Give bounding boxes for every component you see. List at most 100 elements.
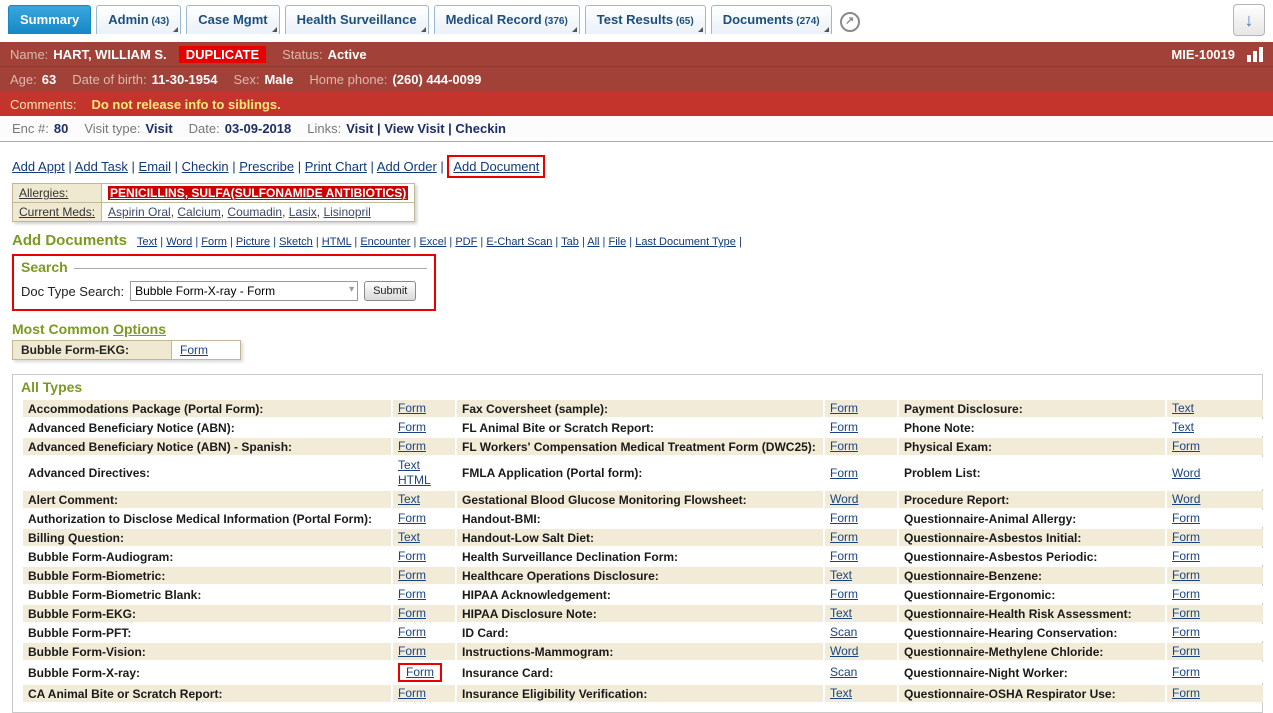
handout-low-salt-diet-form-link[interactable]: Form [830, 530, 858, 545]
bubble-form-ekg-form-link[interactable]: Form [398, 606, 426, 621]
bubble-form-audiogram-form-link[interactable]: Form [398, 549, 426, 564]
tab-medical-record[interactable]: Medical Record (376) [434, 5, 580, 34]
instructions-mammogram-word-link[interactable]: Word [830, 644, 858, 659]
phone-label: Home phone: [309, 72, 387, 87]
allergy-value-link[interactable]: PENICILLINS, SULFA(SULFONAMIDE ANTIBIOTI… [108, 186, 408, 200]
lasix-link[interactable]: Lasix [289, 205, 317, 219]
accommodations-package-portal-form-form-link[interactable]: Form [398, 401, 426, 416]
bubble-form-x-ray-form-link[interactable]: Form [398, 663, 442, 682]
tab-case-mgmt[interactable]: Case Mgmt [186, 5, 279, 34]
questionnaire-asbestos-initial-form-link[interactable]: Form [1172, 530, 1200, 545]
fax-coversheet-sample-form-link[interactable]: Form [830, 401, 858, 416]
questionnaire-osha-respirator-use-form-link[interactable]: Form [1172, 686, 1200, 701]
download-button[interactable]: ↓ [1233, 4, 1265, 36]
advanced-beneficiary-notice-abn-form-link[interactable]: Form [398, 420, 426, 435]
questionnaire-hearing-conservation-form-link[interactable]: Form [1172, 625, 1200, 640]
most-common-form-link[interactable]: Form [180, 343, 208, 357]
add-appt-link[interactable]: Add Appt [12, 159, 65, 174]
bubble-form-pft-form-link[interactable]: Form [398, 625, 426, 640]
pdf-link[interactable]: PDF [455, 236, 477, 248]
print-chart-link[interactable]: Print Chart [305, 159, 367, 174]
questionnaire-methylene-chloride-form-link[interactable]: Form [1172, 644, 1200, 659]
payment-disclosure-text-link[interactable]: Text [1172, 401, 1194, 416]
advanced-directives-text-link[interactable]: Text [398, 458, 420, 473]
coumadin-link[interactable]: Coumadin [227, 205, 282, 219]
healthcare-operations-disclosure-text-link[interactable]: Text [830, 568, 852, 583]
tab-health-surveillance[interactable]: Health Surveillance [285, 5, 429, 34]
tab-admin[interactable]: Admin (43) [96, 5, 181, 34]
handout-bmi-form-link[interactable]: Form [830, 511, 858, 526]
bar-chart-icon[interactable] [1247, 47, 1263, 62]
insurance-card-scan-link[interactable]: Scan [830, 665, 857, 680]
visit-link[interactable]: Visit [346, 121, 373, 136]
file-link[interactable]: File [608, 236, 626, 248]
alert-comment-text-link[interactable]: Text [398, 492, 420, 507]
submit-button[interactable]: Submit [364, 281, 416, 301]
hipaa-disclosure-note-text-link[interactable]: Text [830, 606, 852, 621]
questionnaire-night-worker-form-link[interactable]: Form [1172, 665, 1200, 680]
calcium-link[interactable]: Calcium [177, 205, 220, 219]
questionnaire-ergonomic-form-link[interactable]: Form [1172, 587, 1200, 602]
procedure-report-word-link[interactable]: Word [1172, 492, 1200, 507]
view-visit-link[interactable]: View Visit [384, 121, 444, 136]
fl-animal-bite-or-scratch-report-form-link[interactable]: Form [830, 420, 858, 435]
physical-exam-form-link[interactable]: Form [1172, 439, 1200, 454]
email-link[interactable]: Email [139, 159, 172, 174]
doc-type-search-input[interactable] [130, 281, 358, 301]
add-order-link[interactable]: Add Order [377, 159, 437, 174]
most-common-box: Bubble Form-EKG: Form [12, 340, 241, 360]
last-document-type-link[interactable]: Last Document Type [635, 236, 736, 248]
advanced-beneficiary-notice-abn-spanish-form-link[interactable]: Form [398, 439, 426, 454]
fl-workers-compensation-medical-treatment-form-dwc25-form-link[interactable]: Form [830, 439, 858, 454]
questionnaire-benzene-form-link[interactable]: Form [1172, 568, 1200, 583]
excel-link[interactable]: Excel [419, 236, 446, 248]
encounter-link[interactable]: Encounter [360, 236, 410, 248]
health-surveillance-declination-form-form-link[interactable]: Form [830, 549, 858, 564]
gestational-blood-glucose-monitoring-flowsheet-word-link[interactable]: Word [830, 492, 858, 507]
checkin-link[interactable]: Checkin [182, 159, 229, 174]
allergies-link[interactable]: Allergies: [19, 186, 68, 200]
sketch-link[interactable]: Sketch [279, 236, 313, 248]
prescribe-link[interactable]: Prescribe [239, 159, 294, 174]
bubble-form-biometric-blank-form-link[interactable]: Form [398, 587, 426, 602]
insurance-eligibility-verification-text-link[interactable]: Text [830, 686, 852, 701]
comments-bar: Comments: Do not release info to sibling… [0, 92, 1273, 116]
questionnaire-health-risk-assessment-form-link[interactable]: Form [1172, 606, 1200, 621]
current-meds-link[interactable]: Current Meds: [19, 205, 95, 219]
word-link[interactable]: Word [166, 236, 192, 248]
html-link[interactable]: HTML [322, 236, 352, 248]
tab-link[interactable]: Tab [561, 236, 579, 248]
duplicate-badge[interactable]: DUPLICATE [179, 46, 266, 63]
advanced-directives-html-link[interactable]: HTML [398, 473, 431, 488]
authorization-to-disclose-medical-information-portal-form-form-link[interactable]: Form [398, 511, 426, 526]
problem-list-word-link[interactable]: Word [1172, 466, 1200, 481]
options-link[interactable]: Options [113, 321, 166, 337]
tab-test-results[interactable]: Test Results (65) [585, 5, 706, 34]
tab-documents[interactable]: Documents (274) [711, 5, 832, 34]
text-link[interactable]: Text [137, 236, 157, 248]
aspirin-oral-link[interactable]: Aspirin Oral [108, 205, 171, 219]
phone-note-text-link[interactable]: Text [1172, 420, 1194, 435]
tab-summary[interactable]: Summary [8, 5, 91, 34]
hipaa-acknowledgement-form-link[interactable]: Form [830, 587, 858, 602]
doc-type-actions: Form [1167, 586, 1263, 603]
bubble-form-biometric-form-link[interactable]: Form [398, 568, 426, 583]
checkin-link[interactable]: Checkin [455, 121, 506, 136]
questionnaire-asbestos-periodic-form-link[interactable]: Form [1172, 549, 1200, 564]
form-link[interactable]: Form [201, 236, 227, 248]
picture-link[interactable]: Picture [236, 236, 270, 248]
add-task-link[interactable]: Add Task [75, 159, 128, 174]
ca-animal-bite-or-scratch-report-form-link[interactable]: Form [398, 686, 426, 701]
doc-type-actions: Form [393, 586, 455, 603]
id-card-scan-link[interactable]: Scan [830, 625, 857, 640]
add-document-link[interactable]: Add Document [447, 155, 545, 178]
bubble-form-vision-form-link[interactable]: Form [398, 644, 426, 659]
lisinopril-link[interactable]: Lisinopril [323, 205, 370, 219]
fmla-application-portal-form-form-link[interactable]: Form [830, 466, 858, 481]
questionnaire-animal-allergy-form-link[interactable]: Form [1172, 511, 1200, 526]
e-chart-scan-link[interactable]: E-Chart Scan [486, 236, 552, 248]
doc-type-label: Accommodations Package (Portal Form): [23, 400, 391, 417]
billing-question-text-link[interactable]: Text [398, 530, 420, 545]
all-link[interactable]: All [587, 236, 599, 248]
popout-icon[interactable]: ↗ [840, 12, 860, 32]
